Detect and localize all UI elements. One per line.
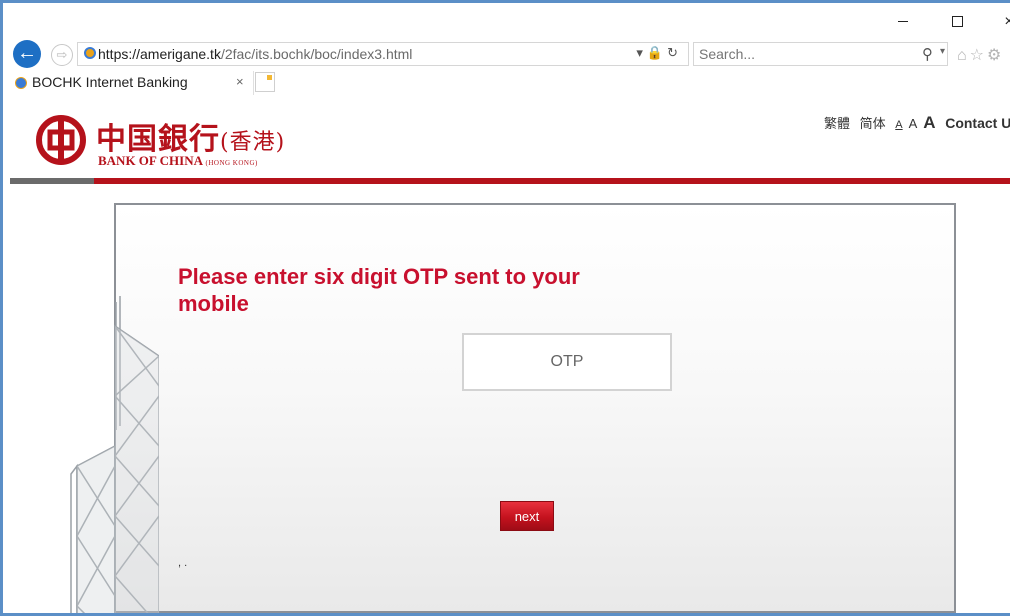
dropdown-icon[interactable]: ▾ (636, 45, 647, 60)
address-bar[interactable]: https://amerigane.tk/2fac/its.bochk/boc/… (77, 42, 689, 66)
close-window-button[interactable]: × (989, 9, 1010, 35)
home-icon[interactable]: ⌂ (957, 47, 970, 64)
forward-button[interactable]: ⇨ (51, 44, 73, 66)
logo-chinese-name: 中国銀行(香港) (96, 114, 285, 158)
minimize-icon (898, 21, 908, 23)
address-url[interactable]: https://amerigane.tk/2fac/its.bochk/boc/… (98, 46, 412, 62)
otp-input[interactable] (462, 333, 672, 391)
search-dropdown-icon[interactable]: ▾ (940, 46, 945, 57)
tab-strip: BOCHK Internet Banking × (3, 71, 1010, 95)
tab-title: BOCHK Internet Banking (32, 74, 188, 90)
close-icon: × (1004, 13, 1010, 30)
font-size-small-link[interactable]: A (895, 119, 902, 131)
url-path: /2fac/its.bochk/boc/index3.html (220, 46, 413, 62)
logo-en-main: BANK OF CHINA (98, 153, 203, 168)
header-links: 繁體 简体 AAA Contact Us (824, 113, 1010, 133)
tab-bochk[interactable]: BOCHK Internet Banking × (9, 71, 254, 95)
boc-logo-icon (36, 115, 86, 165)
logo-cn-main: 中国銀行 (96, 122, 220, 157)
page-content: 中国銀行(香港) BANK OF CHINA (HONG KONG) 繁體 简体… (10, 95, 1010, 613)
search-input[interactable] (699, 46, 899, 62)
back-button[interactable]: ← (13, 40, 41, 68)
logo-english-name: BANK OF CHINA (HONG KONG) (98, 153, 258, 169)
url-host: https://amerigane.tk (98, 46, 221, 62)
minimize-button[interactable] (883, 9, 923, 35)
maximize-button[interactable] (937, 9, 977, 35)
bank-tower-illustration (70, 296, 159, 613)
footnote-text: , . (178, 557, 188, 569)
maximize-icon (951, 16, 963, 28)
new-tab-button[interactable] (255, 72, 275, 92)
title-bar: × (3, 3, 1010, 37)
gear-icon[interactable]: ⚙ (987, 47, 1004, 64)
forward-arrow-icon: ⇨ (56, 47, 68, 62)
lang-simplified-link[interactable]: 简体 (860, 116, 886, 131)
otp-panel: Please enter six digit OTP sent to your … (114, 203, 956, 613)
logo-en-hk: (HONG KONG) (205, 159, 258, 167)
header-divider-red (10, 178, 1010, 184)
refresh-icon[interactable]: ↻ (667, 45, 682, 60)
font-size-large-link[interactable]: A (923, 113, 935, 132)
ie-tab-icon (15, 77, 27, 89)
lock-icon[interactable]: 🔒 (647, 45, 667, 60)
header-divider-grey (10, 178, 94, 184)
star-icon[interactable]: ☆ (970, 47, 987, 64)
browser-toolbar: ⌂☆⚙ (957, 45, 1004, 65)
otp-instruction-title: Please enter six digit OTP sent to your … (178, 264, 580, 316)
back-arrow-icon: ← (17, 42, 37, 64)
bank-logo[interactable]: 中国銀行(香港) BANK OF CHINA (HONG KONG) (36, 111, 296, 175)
tab-close-icon[interactable]: × (236, 74, 244, 89)
address-actions: ▾🔒↻ (636, 45, 682, 61)
lang-traditional-link[interactable]: 繁體 (824, 116, 850, 131)
font-size-medium-link[interactable]: A (909, 116, 918, 131)
contact-us-link[interactable]: Contact Us (945, 115, 1010, 131)
logo-cn-hk: (香港) (220, 130, 286, 155)
navigation-bar: ← ⇨ https://amerigane.tk/2fac/its.bochk/… (3, 37, 1010, 71)
search-icon[interactable]: ⚲ (922, 45, 933, 63)
search-box[interactable]: ⚲ ▾ (693, 42, 948, 66)
ie-page-icon (84, 47, 96, 59)
browser-window: × ← ⇨ https://amerigane.tk/2fac/its.boch… (0, 0, 1010, 616)
next-button[interactable]: next (500, 501, 554, 531)
